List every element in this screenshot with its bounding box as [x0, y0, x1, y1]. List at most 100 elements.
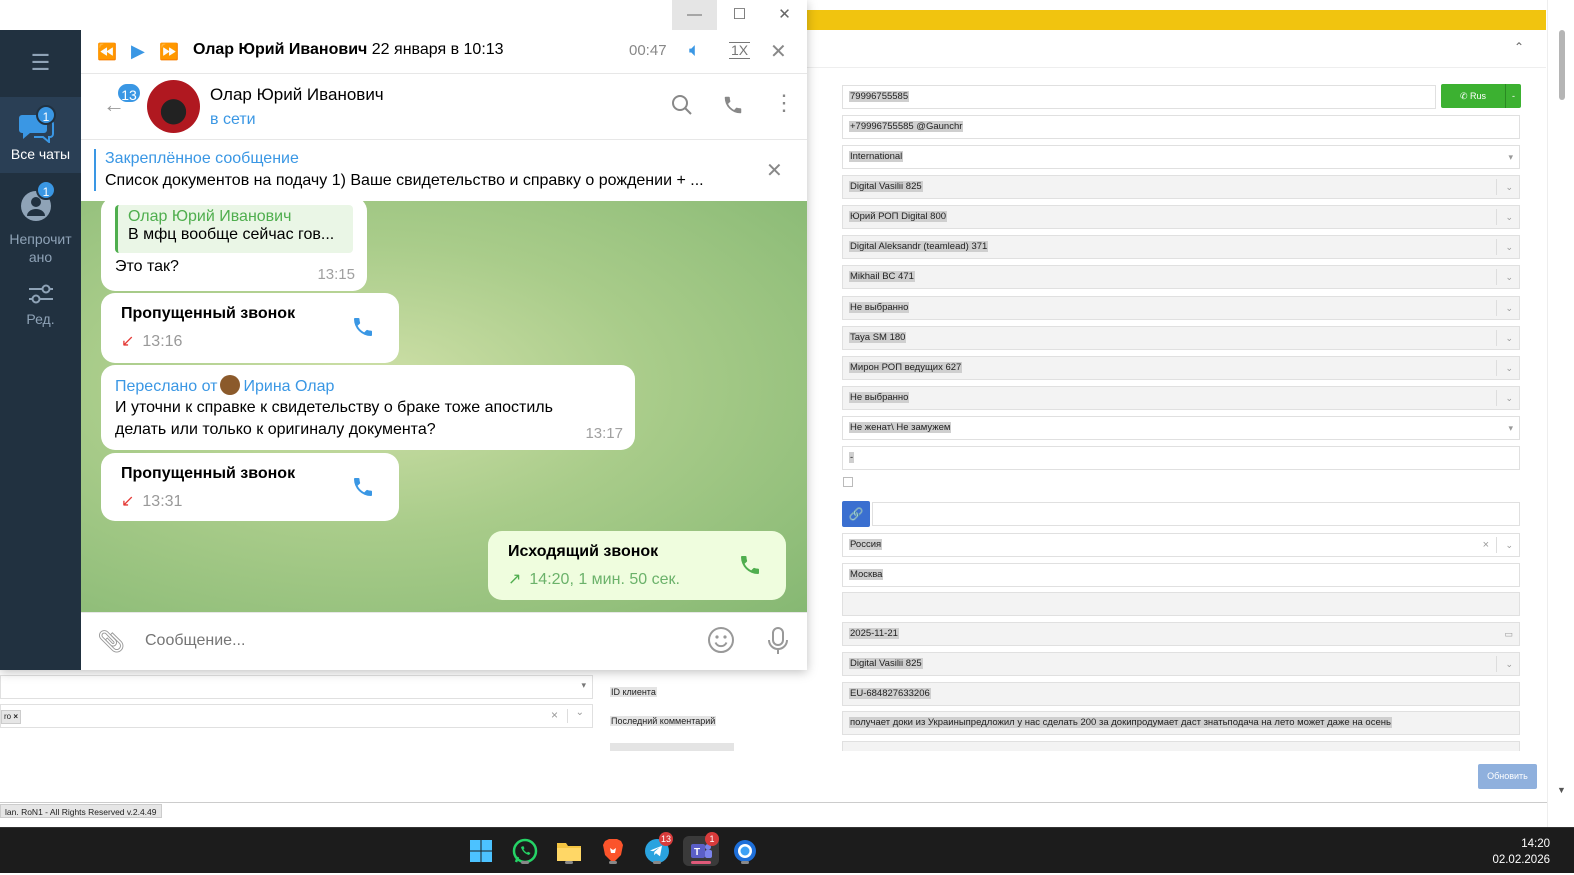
player-track[interactable]: Олар Юрий Иванович 22 января в 10:13 [193, 41, 504, 59]
call-time: 13:16 [142, 333, 183, 350]
more-vertical-icon[interactable]: ⋮ [773, 90, 795, 116]
call-rus-button[interactable]: ✆ Rus - [1441, 84, 1521, 108]
call-icon[interactable] [722, 94, 744, 122]
call-extra-button[interactable]: - [1505, 84, 1521, 108]
sidebar-item-all-chats[interactable]: 1 Все чаты [0, 97, 81, 173]
client-id-field[interactable]: EU-684827633206 [842, 682, 1520, 706]
avatar[interactable] [147, 80, 200, 133]
whatsapp-icon[interactable] [510, 836, 540, 866]
chat-title[interactable]: Олар Юрий Иванович [210, 85, 384, 105]
bc-select[interactable]: Mikhail BC 471 ⌄ [842, 265, 1520, 289]
sidebar-item-unread[interactable]: 1 Непрочит ано [0, 180, 81, 265]
text-field-13[interactable]: - [842, 446, 1520, 470]
telegram-taskbar-icon[interactable]: 13 [642, 832, 674, 866]
player-name: Олар Юрий Иванович [193, 41, 368, 58]
lead-rop-select[interactable]: Мирон РОП ведущих 627 ⌄ [842, 356, 1520, 380]
caret-down-icon: ▾ [1508, 423, 1513, 433]
outgoing-call-message[interactable]: Исходящий звонок ↗ 14:20, 1 мин. 50 сек. [488, 531, 786, 600]
teamlead-select[interactable]: Digital Aleksandr (teamlead) 371 ⌄ [842, 235, 1520, 259]
windows-start-icon[interactable] [466, 836, 496, 866]
forwarded-message[interactable]: Переслано от Ирина Олар И уточни к справк… [101, 365, 635, 450]
phone-icon[interactable] [738, 553, 762, 583]
phone-icon[interactable] [351, 475, 375, 505]
phone-input[interactable]: 79996755585 [842, 85, 1436, 109]
message-text: Это так? [115, 258, 179, 275]
minimize-button[interactable]: — [672, 0, 717, 30]
field-value: International [849, 151, 904, 162]
crm-section-header[interactable]: ⌃ [806, 30, 1546, 68]
left-multiselect[interactable]: ro × × ⌄ [0, 704, 593, 728]
teams-icon[interactable]: T 1 [683, 832, 719, 866]
file-explorer-icon[interactable] [554, 836, 584, 866]
audio-player-bar: ⏪ ▶ ⏩ Олар Юрий Иванович 22 января в 10:… [81, 30, 807, 74]
brave-browser-icon[interactable] [598, 836, 628, 866]
last-comment-field[interactable]: получает доки из Украиныпредложил у нас … [842, 711, 1520, 735]
missed-call-message[interactable]: Пропущенный звонок ↙ 13:16 [101, 293, 399, 363]
link-button[interactable]: 🔗 [842, 501, 870, 527]
select-field-8[interactable]: Не выбранно ⌄ [842, 296, 1520, 320]
city-input[interactable]: Москва [842, 563, 1520, 587]
search-icon[interactable] [671, 94, 693, 122]
left-select[interactable]: ▾ [0, 675, 593, 699]
rewind-icon[interactable]: ⏪ [97, 42, 117, 62]
attach-icon[interactable]: 📎︎ [97, 629, 125, 655]
field-value: Mikhail BC 471 [849, 271, 915, 282]
link-input[interactable] [872, 502, 1520, 526]
fast-forward-icon[interactable]: ⏩ [159, 42, 179, 62]
messages-area[interactable]: Олар Юрий Иванович В мфц вообще сейчас г… [81, 201, 807, 612]
browser-icon[interactable] [730, 836, 760, 866]
marital-status-select[interactable]: Не женат\ Не замужем ▾ [842, 416, 1520, 440]
reply-quote[interactable]: Олар Юрий Иванович В мфц вообще сейчас г… [115, 205, 353, 253]
microphone-icon[interactable] [766, 626, 790, 662]
scroll-down-icon[interactable]: ▼ [1557, 785, 1566, 795]
sidebar-item-edit[interactable]: Ред. [0, 282, 81, 342]
pinned-message[interactable]: Закреплённое сообщение Список документов… [81, 140, 807, 201]
scrollbar-thumb[interactable] [1559, 30, 1565, 100]
pinned-text: Список документов на подачу 1) Ваше свид… [105, 172, 704, 189]
manager-select[interactable]: Digital Vasilii 825 ⌄ [842, 175, 1520, 199]
close-player-icon[interactable]: ✕ [770, 39, 787, 64]
update-button[interactable]: Обновить [1478, 764, 1537, 789]
play-icon[interactable]: ▶ [131, 41, 145, 62]
date-input[interactable]: 2025-11-21 ▭ [842, 622, 1520, 646]
clear-icon[interactable]: × [1483, 534, 1489, 556]
message-bubble[interactable]: Олар Юрий Иванович В мфц вообще сейчас г… [101, 201, 367, 291]
page-scrollbar[interactable]: ▼ [1547, 0, 1574, 827]
emoji-icon[interactable] [707, 626, 735, 661]
rop-select[interactable]: Юрий РОП Digital 800 ⌄ [842, 205, 1520, 229]
volume-icon[interactable]: 🔈︎ [689, 40, 700, 62]
field-value: Москва [849, 569, 884, 580]
phone-icon[interactable] [351, 315, 375, 345]
clear-icon[interactable]: × [551, 708, 558, 722]
phone-value: 79996755585 [849, 91, 910, 102]
system-clock[interactable]: 14:20 02.02.2026 [1478, 836, 1550, 868]
missed-call-message[interactable]: Пропущенный звонок ↙ 13:31 [101, 453, 399, 521]
caret-down-icon: ▾ [581, 680, 586, 690]
close-window-button[interactable]: ✕ [762, 0, 807, 30]
tag-text: ro [4, 712, 12, 721]
field-value: Digital Vasilii 825 [849, 181, 923, 192]
tag-chip[interactable]: ro × [1, 710, 22, 724]
telegram-taskbar-badge: 13 [659, 832, 674, 846]
empty-field[interactable] [842, 592, 1520, 616]
forward-header[interactable]: Переслано от Ирина Олар [115, 375, 334, 396]
checkbox[interactable] [843, 477, 853, 487]
chat-status: в сети [210, 111, 256, 128]
country-select[interactable]: Россия × ⌄ [842, 533, 1520, 557]
manager-select-2[interactable]: Digital Vasilii 825 ⌄ [842, 652, 1520, 676]
region-select[interactable]: International ▾ [842, 145, 1520, 169]
hamburger-icon[interactable]: ☰ [0, 48, 81, 78]
call-title: Пропущенный звонок [121, 465, 296, 482]
tag-remove-icon[interactable]: × [13, 712, 18, 721]
message-input[interactable] [137, 623, 677, 659]
link-icon: 🔗 [848, 507, 864, 521]
caret-down-icon: ▾ [1508, 152, 1513, 162]
maximize-button[interactable]: ☐ [717, 0, 762, 30]
close-pinned-icon[interactable]: ✕ [766, 158, 783, 183]
sm-select[interactable]: Taya SM 180 ⌄ [842, 326, 1520, 350]
calendar-icon[interactable]: ▭ [1504, 623, 1513, 645]
select-field-11[interactable]: Не выбранно ⌄ [842, 386, 1520, 410]
telegram-contact-field[interactable]: +79996755585 @Gaunchr [842, 115, 1520, 139]
field-partial[interactable] [842, 741, 1520, 751]
playback-speed-button[interactable]: 1X [729, 42, 751, 59]
